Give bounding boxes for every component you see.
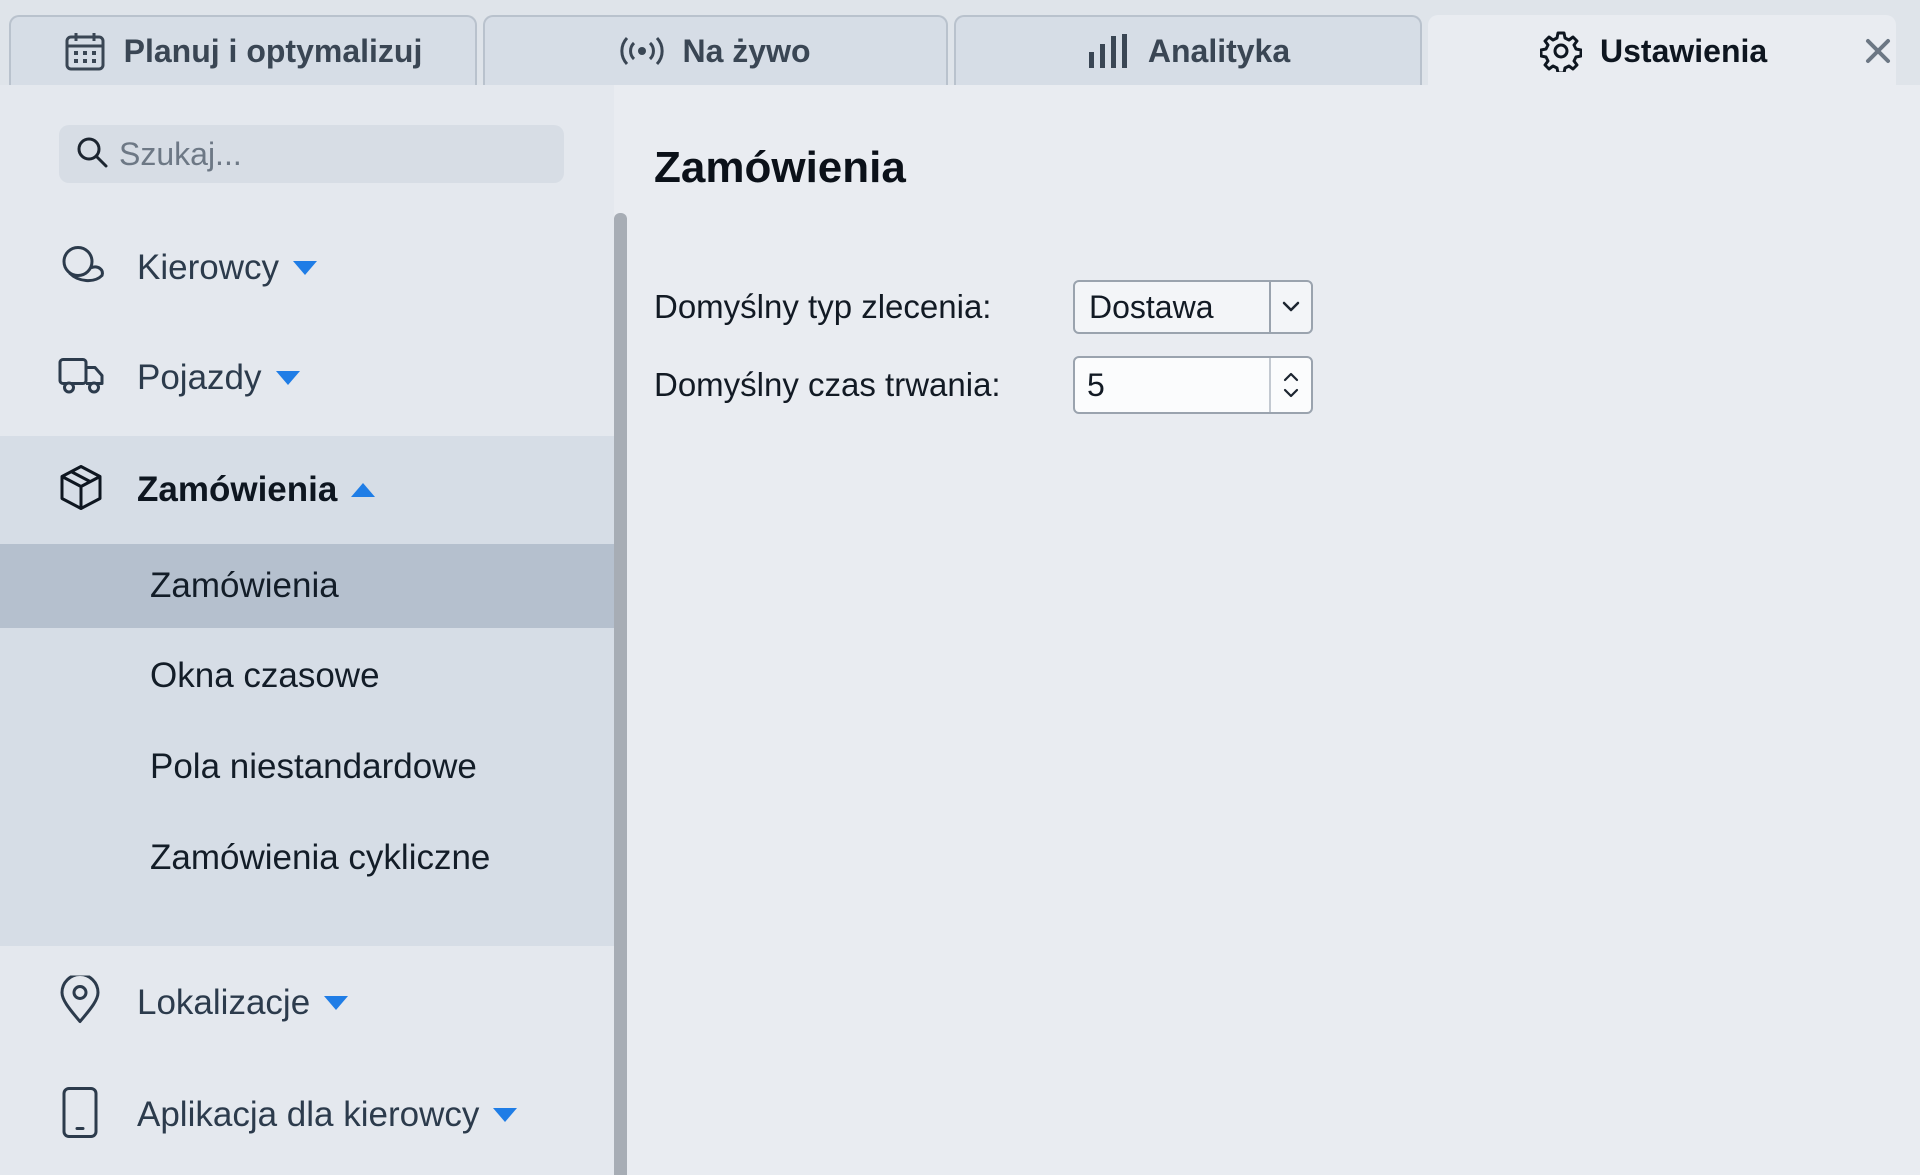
- duration-stepper[interactable]: [1073, 356, 1313, 414]
- order-type-row: Domyślny typ zlecenia: Dostawa: [654, 280, 1313, 334]
- sidebar-scrollbar[interactable]: [614, 213, 627, 1175]
- sidebar-item-driver-app[interactable]: Aplikacja dla kierowcy: [0, 1060, 614, 1170]
- sidebar-item-label: Lokalizacje: [137, 983, 311, 1022]
- close-icon[interactable]: [1862, 35, 1894, 67]
- search-icon: [75, 135, 109, 174]
- sidebar-item-label: Kierowcy: [137, 248, 279, 287]
- sidebar-item-drivers[interactable]: Kierowcy: [0, 213, 614, 323]
- map-pin-icon: [58, 973, 102, 1031]
- tab-label: Planuj i optymalizuj: [123, 32, 423, 69]
- duration-label: Domyślny czas trwania:: [654, 366, 1001, 403]
- order-type-select[interactable]: Dostawa: [1073, 280, 1313, 334]
- caret-down-icon: [324, 996, 349, 1010]
- drivers-icon: [58, 244, 106, 293]
- tab-analytics[interactable]: Analityka: [954, 15, 1422, 85]
- tab-bar: Planuj i optymalizuj Na żywo Analityka U…: [0, 0, 1920, 85]
- caret-down-icon: [493, 1108, 518, 1122]
- calendar-icon: [64, 31, 106, 71]
- bar-chart-icon: [1086, 32, 1130, 70]
- sidebar-item-locations[interactable]: Lokalizacje: [0, 948, 614, 1058]
- sub-item-time-windows[interactable]: Okna czasowe: [0, 634, 614, 718]
- tab-label: Ustawienia: [1600, 32, 1768, 69]
- caret-up-icon: [351, 483, 376, 497]
- order-type-value: Dostawa: [1089, 288, 1214, 325]
- chevron-down-icon[interactable]: [1269, 282, 1311, 332]
- caret-down-icon: [275, 371, 300, 385]
- sidebar-item-orders[interactable]: Zamówienia: [0, 435, 614, 545]
- truck-icon: [58, 356, 104, 401]
- sub-item-orders[interactable]: Zamówienia: [0, 544, 614, 628]
- search-box[interactable]: [59, 125, 564, 183]
- chevron-up-icon[interactable]: [1283, 372, 1299, 382]
- caret-down-icon: [292, 261, 317, 275]
- tab-label: Na żywo: [682, 32, 811, 69]
- chevron-down-icon[interactable]: [1283, 388, 1299, 398]
- sidebar-item-label: Zamówienia: [137, 470, 338, 509]
- search-input[interactable]: [119, 135, 539, 173]
- main-panel: Zamówienia Domyślny typ zlecenia: Dostaw…: [627, 85, 1920, 1175]
- broadcast-icon: [620, 35, 665, 67]
- tab-settings[interactable]: Ustawienia: [1428, 15, 1896, 85]
- sidebar-item-label: Pojazdy: [137, 358, 262, 397]
- duration-row: Domyślny czas trwania:: [654, 356, 1313, 414]
- page-title: Zamówienia: [654, 143, 906, 192]
- sub-item-recurring-orders[interactable]: Zamówienia cykliczne: [0, 816, 614, 900]
- sidebar: Kierowcy Pojazdy: [0, 85, 614, 1175]
- sidebar-item-vehicles[interactable]: Pojazdy: [0, 323, 614, 433]
- order-type-label: Domyślny typ zlecenia:: [654, 288, 992, 325]
- duration-input[interactable]: [1075, 366, 1269, 404]
- tab-live[interactable]: Na żywo: [483, 15, 948, 85]
- sidebar-item-label: Aplikacja dla kierowcy: [137, 1095, 480, 1134]
- package-icon: [58, 464, 104, 517]
- phone-icon: [58, 1087, 102, 1144]
- gear-icon: [1540, 30, 1582, 72]
- tab-plan-optimize[interactable]: Planuj i optymalizuj: [9, 15, 477, 85]
- sub-item-custom-fields[interactable]: Pola niestandardowe: [0, 725, 614, 809]
- tab-label: Analityka: [1147, 32, 1291, 69]
